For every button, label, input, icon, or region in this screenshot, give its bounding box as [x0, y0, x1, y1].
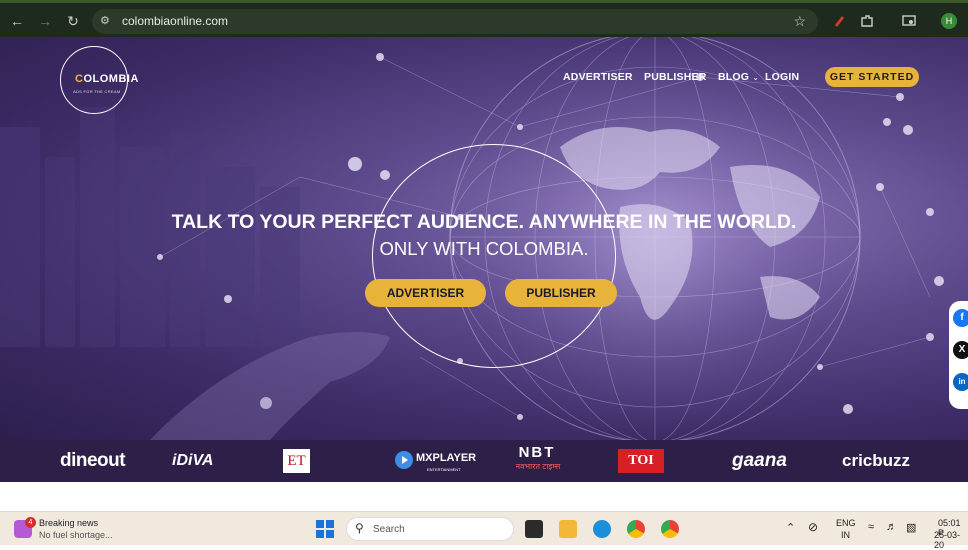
facebook-icon[interactable]: f: [953, 309, 968, 327]
nav-blog-link[interactable]: BLOG ⌄: [718, 71, 759, 83]
extensions-puzzle-icon[interactable]: [859, 13, 875, 29]
news-badge: 4: [25, 517, 36, 528]
back-icon[interactable]: ←: [8, 12, 26, 30]
nbt-sub: नवभारत टाइम्स: [515, 462, 561, 471]
brand-idiva: iDiVA: [172, 452, 214, 469]
news-subtitle[interactable]: No fuel shortage...: [39, 530, 113, 540]
forward-icon[interactable]: →: [36, 12, 54, 30]
chevron-up-icon[interactable]: ⌃: [786, 521, 795, 534]
brand-et: ET: [283, 449, 310, 473]
mxplayer-sub: ENTERTAINMENT: [427, 467, 461, 472]
x-icon[interactable]: X: [953, 341, 968, 359]
brand-nbt: NBT नवभारत टाइम्स: [508, 440, 568, 482]
taskbar-search[interactable]: ⚲ Search: [346, 517, 514, 541]
hero-subheadline: ONLY WITH COLOMBIA.: [379, 238, 589, 259]
hero-advertiser-button[interactable]: ADVERTISER: [365, 279, 486, 307]
brand-mxplayer: MXPLAYER ENTERTAINMENT: [395, 440, 485, 482]
clock-date[interactable]: 25-03-20: [934, 530, 968, 550]
logo-tagline: ADS FOR THE CREAM: [73, 89, 121, 94]
volume-icon[interactable]: ♬: [886, 521, 897, 533]
nav-publisher-link[interactable]: PUBLISHER: [644, 71, 706, 83]
partner-brands-strip: dineout iDiVA ET MXPLAYER ENTERTAINMENT …: [0, 440, 968, 482]
hero-section: COLOMBIA ADS FOR THE CREAM ADVERTISER PU…: [0, 37, 968, 440]
news-title[interactable]: Breaking news: [39, 518, 98, 528]
url-text: colombiaonline.com: [122, 14, 229, 28]
brand-gaana: gaana: [732, 450, 787, 471]
address-bar[interactable]: ⚙ colombiaonline.com ☆: [92, 9, 818, 34]
bookmark-star-icon[interactable]: ☆: [793, 13, 806, 30]
extension-pen-icon[interactable]: [831, 13, 847, 29]
site-info-icon[interactable]: ⚙: [100, 14, 114, 28]
windows-taskbar: 4 Breaking news No fuel shortage... ⚲ Se…: [0, 511, 968, 550]
reload-icon[interactable]: ↻: [64, 12, 82, 30]
colombia-logo[interactable]: COLOMBIA ADS FOR THE CREAM: [60, 46, 138, 114]
search-icon: ⚲: [355, 521, 364, 535]
nav-advertiser-link[interactable]: ADVERTISER: [563, 71, 633, 83]
chevron-down-icon: ⌄: [752, 73, 760, 82]
hero-headline: TALK TO YOUR PERFECT AUDIENCE. ANYWHERE …: [171, 211, 797, 233]
task-view-icon[interactable]: [525, 520, 543, 538]
chrome-profile-icon[interactable]: [661, 520, 679, 538]
file-explorer-icon[interactable]: [559, 520, 577, 538]
social-share-bar: f X in: [949, 301, 968, 409]
mxplayer-play-icon: [395, 451, 413, 469]
brand-cricbuzz: cricbuzz: [842, 451, 911, 470]
cast-icon[interactable]: [901, 13, 917, 29]
nav-login-link[interactable]: LOGIN: [765, 71, 799, 83]
chrome-icon[interactable]: [627, 520, 645, 538]
brand-toi: TOI: [618, 449, 664, 473]
hero-publisher-button[interactable]: PUBLISHER: [505, 279, 617, 307]
get-started-button[interactable]: GET STARTED: [825, 67, 919, 87]
language-line2[interactable]: IN: [841, 530, 850, 540]
logo-wordmark: COLOMBIA: [75, 73, 139, 85]
profile-avatar[interactable]: H: [941, 13, 957, 29]
brand-dineout: dineout: [60, 450, 126, 471]
search-placeholder: Search: [373, 524, 405, 535]
nav-blog-label: BLOG: [718, 71, 750, 83]
windows-start-icon[interactable]: [316, 520, 334, 538]
battery-icon[interactable]: ▧: [906, 521, 916, 534]
wifi-icon[interactable]: ≈: [868, 521, 874, 533]
language-line1[interactable]: ENG: [836, 518, 856, 528]
linkedin-icon[interactable]: in: [953, 373, 968, 391]
browser-toolbar: ← → ↻ ⚙ colombiaonline.com ☆ H: [0, 0, 968, 37]
network-off-icon[interactable]: ⊘: [808, 520, 818, 534]
edge-icon[interactable]: [593, 520, 611, 538]
